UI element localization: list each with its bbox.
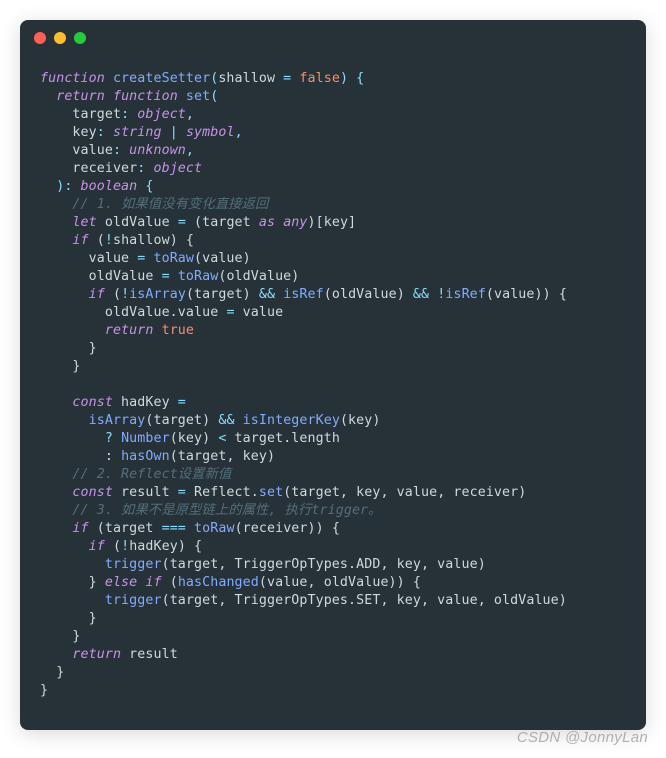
maximize-icon[interactable] [74,32,86,44]
window-titlebar [20,20,646,56]
code-window: function createSetter(shallow = false) {… [20,20,646,730]
watermark-text: CSDN @JonnyLan [517,729,648,746]
comment: // 2. Reflect设置新值 [72,467,231,482]
close-icon[interactable] [34,32,46,44]
comment: // 3. 如果不是原型链上的属性, 执行trigger。 [72,503,381,518]
function-name: createSetter [113,71,210,86]
code-block: function createSetter(shallow = false) {… [20,56,646,720]
minimize-icon[interactable] [54,32,66,44]
keyword-function: function [40,71,105,86]
comment: // 1. 如果值没有变化直接返回 [72,197,268,212]
